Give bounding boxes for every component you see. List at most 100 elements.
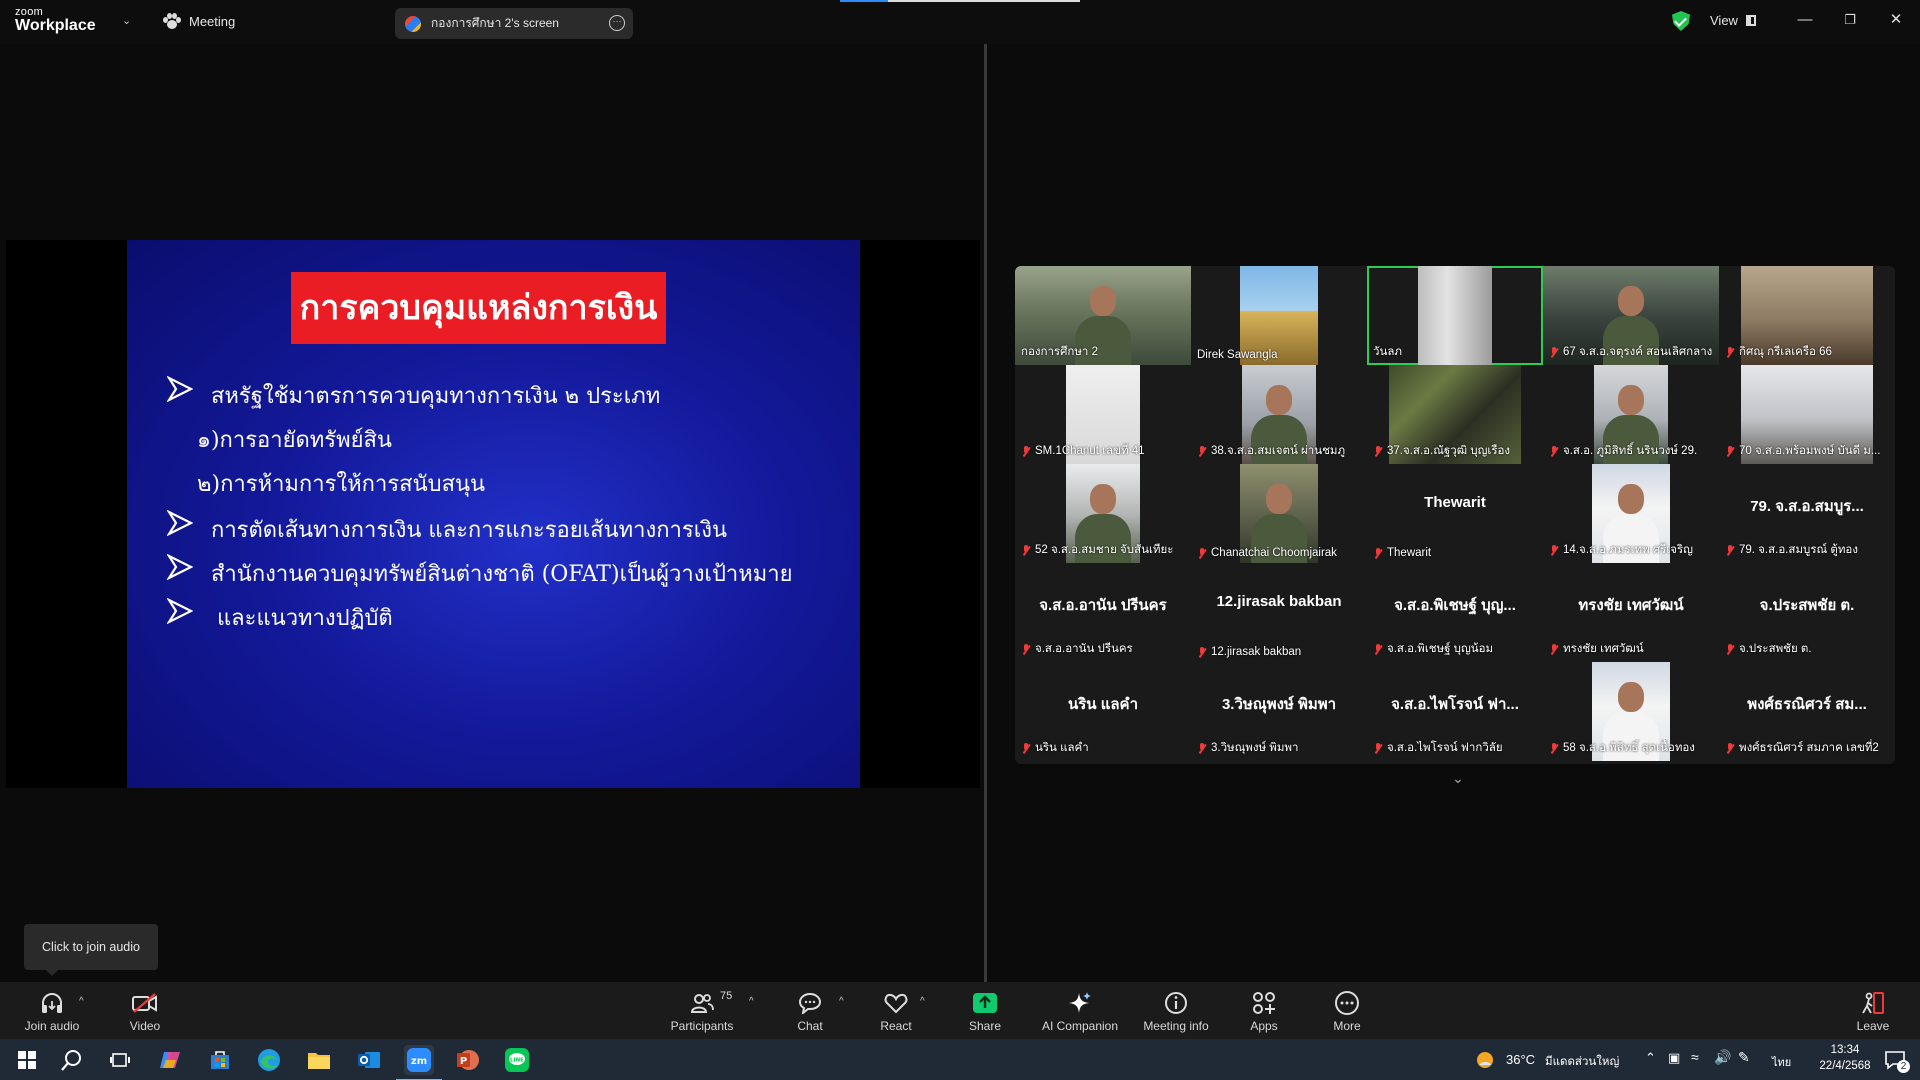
mic-muted-icon <box>1725 445 1735 457</box>
pen-icon[interactable]: ✎ <box>1738 1049 1750 1066</box>
participant-tile[interactable]: วันลภ <box>1367 266 1543 365</box>
share-button[interactable]: Share <box>965 982 1005 1039</box>
paw-icon <box>163 13 181 29</box>
copilot-icon[interactable] <box>155 1045 185 1075</box>
outlook-icon[interactable] <box>354 1045 384 1075</box>
notification-count: 2 <box>1897 1060 1910 1073</box>
headphones-icon <box>40 990 64 1016</box>
participant-tile[interactable]: 79. จ.ส.อ.สมบูร... 79. จ.ส.อ.สมบูรณ์ ตู้ท… <box>1719 464 1895 563</box>
logo-line2: Workplace <box>15 17 96 34</box>
mic-muted-icon <box>1549 643 1559 655</box>
clock-date[interactable]: 22/4/2568 <box>1808 1060 1882 1072</box>
participant-tile[interactable]: จ.ส.อ.อานัน ปรีนคร จ.ส.อ.อานัน ปรีนคร <box>1015 563 1191 662</box>
participant-tile[interactable]: พงศ์ธรณิศวร์ สม... พงศ์ธรณิศวร์ สมภาค เลข… <box>1719 662 1895 761</box>
weather-sun-icon[interactable] <box>1472 1045 1498 1075</box>
apps-button[interactable]: Apps <box>1248 982 1280 1039</box>
mic-muted-icon <box>1549 742 1559 754</box>
wifi-icon[interactable]: ≈ <box>1691 1049 1699 1065</box>
participant-tile[interactable]: นริน แลคำ นริน แลคำ <box>1015 662 1191 761</box>
participant-tile[interactable]: ทรงชัย เทศวัฒน์ ทรงชัย เทศวัฒน์ <box>1543 563 1719 662</box>
participant-name-label: กองการศึกษา 2 <box>1021 343 1098 361</box>
chevron-down-icon[interactable]: ⌄ <box>122 14 131 27</box>
participant-tile[interactable]: 37.จ.ส.อ.ณัฐวุฒิ บุญเรือง <box>1367 365 1543 464</box>
participant-name-text: กิศณุ กรีเลเครือ 66 <box>1739 346 1832 358</box>
meeting-info-button[interactable]: Meeting info <box>1138 982 1214 1039</box>
powerpoint-icon[interactable]: P <box>453 1045 483 1075</box>
participant-tile[interactable]: 14.จ.ส.อ.ภมรเทพ ศรีเจริญ <box>1543 464 1719 563</box>
participant-display-name: นริน แลคำ <box>1067 696 1139 713</box>
chat-button[interactable]: Chat <box>790 982 830 1039</box>
screen-share-pill[interactable]: กองการศึกษา 2's screen ··· <box>395 8 633 39</box>
mic-muted-icon <box>1197 547 1207 559</box>
zoom-taskbar-icon[interactable]: zm <box>396 1045 442 1080</box>
input-language[interactable]: ไทย <box>1772 1053 1791 1071</box>
participant-tile[interactable]: 70 จ.ส.อ.พร้อมพงษ์ บันดี ม... <box>1719 365 1895 464</box>
notification-icon[interactable]: 2 <box>1880 1045 1910 1075</box>
split-view-divider[interactable] <box>984 44 987 982</box>
info-icon <box>1164 990 1188 1016</box>
ai-companion-button[interactable]: AI Companion <box>1038 982 1122 1039</box>
participants-caret-icon[interactable]: ^ <box>749 996 754 1007</box>
chat-caret-icon[interactable]: ^ <box>839 996 844 1007</box>
participant-name-text: จ.ส.อ.พิเชษฐ์ บุญน้อม <box>1387 643 1494 655</box>
participant-name-text: 58 จ.ส.อ.พิสิทธิ์ สุดเนื้อทอง <box>1563 742 1695 754</box>
view-button[interactable]: View <box>1710 13 1756 28</box>
tray-overflow-chevron-icon[interactable]: ⌃ <box>1645 1050 1656 1066</box>
participant-tile[interactable]: กองการศึกษา 2 <box>1015 266 1191 365</box>
participant-tile[interactable]: จ.ประสพชัย ต. จ.ประสพชัย ต. <box>1719 563 1895 662</box>
meet-now-icon[interactable]: ▣ <box>1668 1050 1680 1066</box>
mic-muted-icon <box>1021 643 1031 655</box>
edge-browser-icon[interactable] <box>254 1045 284 1075</box>
more-options-icon[interactable]: ··· <box>609 15 625 31</box>
react-button[interactable]: React <box>875 982 917 1039</box>
participant-tile[interactable]: Direk Sawangla <box>1191 266 1367 365</box>
participant-tile[interactable]: 58 จ.ส.อ.พิสิทธิ์ สุดเนื้อทอง <box>1543 662 1719 761</box>
task-view-icon[interactable] <box>105 1045 135 1075</box>
participant-name-label: จ.ส.อ.พิเชษฐ์ บุญน้อม <box>1373 640 1493 658</box>
clock-time[interactable]: 13:34 <box>1808 1044 1882 1056</box>
participant-tile[interactable]: Thewarit Thewarit <box>1367 464 1543 563</box>
mic-muted-icon <box>1373 742 1383 754</box>
search-icon[interactable] <box>57 1045 87 1075</box>
participant-tile[interactable]: Chanatchai Choomjairak <box>1191 464 1367 563</box>
participant-tile[interactable]: 3.วิษณุพงษ์ พิมพา 3.วิษณุพงษ์ พิมพา <box>1191 662 1367 761</box>
video-button[interactable]: Video <box>120 982 170 1039</box>
participant-tile[interactable]: SM.1Chanut เลขที่ 41 <box>1015 365 1191 464</box>
participant-tile[interactable]: 52 จ.ส.อ.สมชาย จับสันเทียะ <box>1015 464 1191 563</box>
participants-button[interactable]: 75 Participants <box>665 982 739 1039</box>
share-progress-indicator <box>840 0 1080 2</box>
participant-name-label: Direk Sawangla <box>1197 349 1278 361</box>
participant-name-label: Thewarit <box>1373 547 1431 559</box>
participant-tile[interactable]: กิศณุ กรีเลเครือ 66 <box>1719 266 1895 365</box>
more-button[interactable]: More <box>1330 982 1364 1039</box>
line-app-icon[interactable]: LINE <box>502 1045 532 1075</box>
zoom-logo[interactable]: zoom Workplace <box>15 7 96 34</box>
apps-icon <box>1252 990 1276 1016</box>
restore-icon[interactable]: ❐ <box>1840 10 1860 30</box>
audio-options-caret-icon[interactable]: ^ <box>79 996 84 1007</box>
bullet-arrow-icon <box>167 598 193 624</box>
participant-tile[interactable]: จ.ส.อ.ไพโรจน์ ฟา... จ.ส.อ.ไพโรจน์ ฟากวิลั… <box>1367 662 1543 761</box>
bullet-arrow-icon <box>167 376 193 402</box>
join-audio-button[interactable]: Join audio <box>22 982 82 1039</box>
participant-name-text: 3.วิษณุพงษ์ พิมพา <box>1211 742 1299 754</box>
encryption-shield-icon[interactable] <box>1672 11 1690 31</box>
file-explorer-icon[interactable] <box>304 1045 334 1075</box>
meeting-toolbar: Join audio ^ Video 75 Participants ^ Cha… <box>0 982 1920 1039</box>
microsoft-store-icon[interactable] <box>205 1045 235 1075</box>
participant-tile[interactable]: จ.ส.อ.พิเชษฐ์ บุญ... จ.ส.อ.พิเชษฐ์ บุญน้อ… <box>1367 563 1543 662</box>
zoom-window: zoom Workplace ⌄ Meeting กองการศึกษา 2's… <box>0 0 1920 1080</box>
participant-tile[interactable]: จ.ส.อ. ภูมิสิทธิ์ นรินวงษ์ 29. <box>1543 365 1719 464</box>
meeting-menu-button[interactable]: Meeting <box>163 13 235 29</box>
volume-icon[interactable]: 🔊 <box>1714 1049 1731 1066</box>
windows-start-icon[interactable] <box>12 1045 42 1075</box>
close-icon[interactable]: ✕ <box>1886 10 1906 30</box>
minimize-icon[interactable]: — <box>1795 10 1815 30</box>
react-caret-icon[interactable]: ^ <box>920 996 925 1007</box>
mic-muted-icon <box>1021 742 1031 754</box>
participant-tile[interactable]: 12.jirasak bakban 12.jirasak bakban <box>1191 563 1367 662</box>
participant-tile[interactable]: 38.จ.ส.อ.สมเจตน์ ผ่านชมภู <box>1191 365 1367 464</box>
participant-tile[interactable]: 67 จ.ส.อ.จตุรงค์ สอนเลิศกลาง <box>1543 266 1719 365</box>
leave-button[interactable]: Leave <box>1855 982 1891 1039</box>
chevron-down-icon[interactable]: ⌄ <box>1448 770 1468 786</box>
